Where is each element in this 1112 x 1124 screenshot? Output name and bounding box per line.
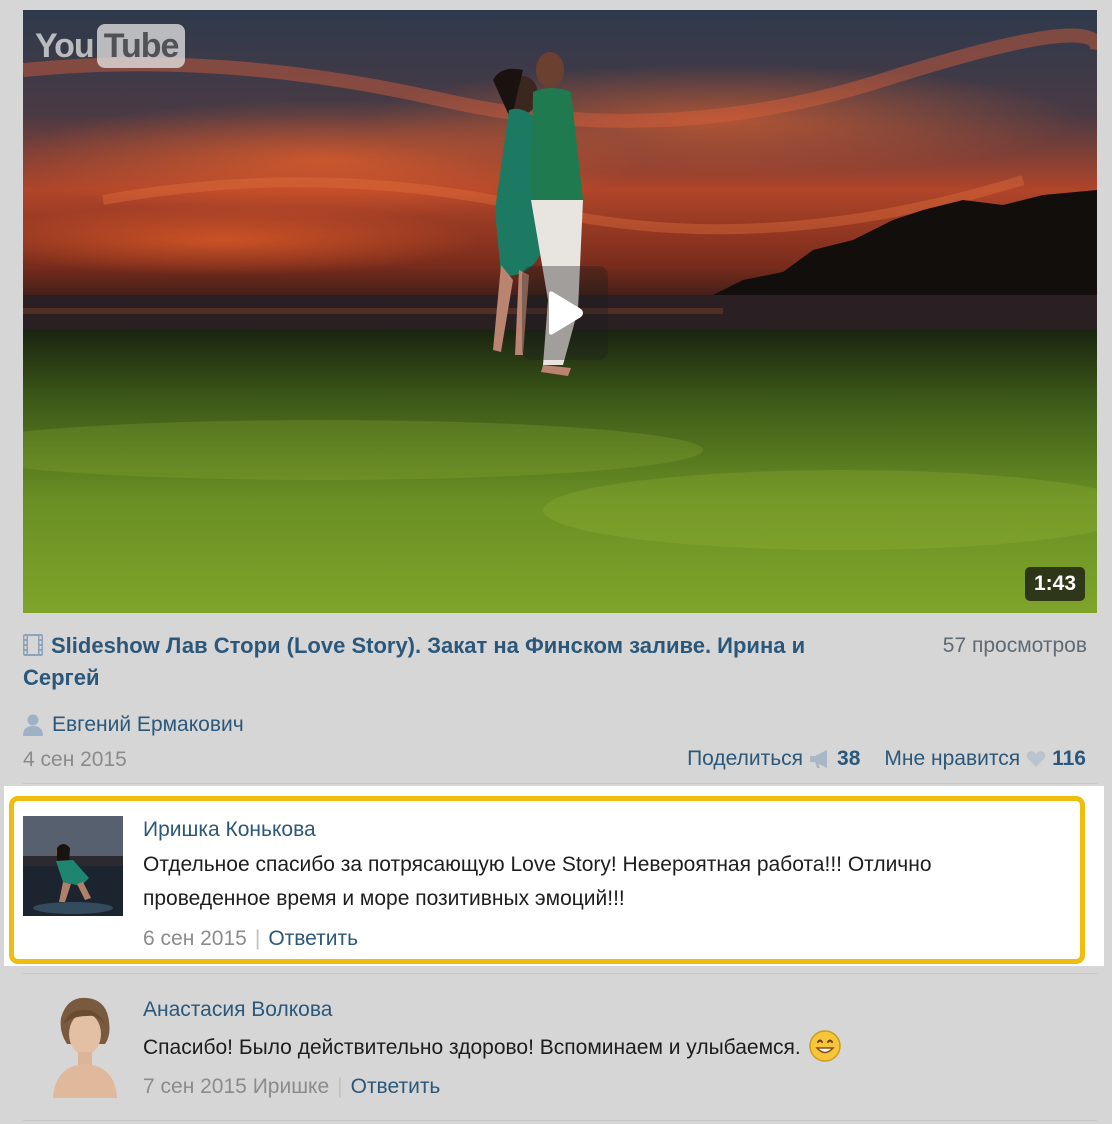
reply-to-name: Иришке: [252, 1075, 330, 1098]
comment-item: Анастасия Волкова Спасибо! Было действит…: [23, 996, 1083, 1106]
video-date: 4 сен 2015: [23, 748, 127, 771]
share-count: 38: [837, 747, 861, 770]
comment-item: Иришка Конькова Отдельное спасибо за пот…: [23, 816, 1083, 956]
divider: [23, 973, 1097, 974]
video-title-text: Slideshow Лав Стори (Love Story). Закат …: [23, 633, 806, 690]
comment-date: 7 сен 2015: [143, 1075, 247, 1098]
divider: [23, 1120, 1097, 1121]
footer-separator: |: [337, 1075, 343, 1098]
share-button[interactable]: Поделиться 38: [687, 744, 860, 774]
comment-author[interactable]: Анастасия Волкова: [143, 996, 332, 1024]
like-label: Мне нравится: [884, 747, 1021, 770]
megaphone-icon: [810, 750, 828, 768]
comment-author[interactable]: Иришка Конькова: [143, 816, 316, 844]
film-icon: [23, 634, 43, 656]
avatar[interactable]: [23, 816, 123, 916]
like-button[interactable]: Мне нравится 116: [884, 744, 1086, 774]
divider: [23, 783, 1097, 784]
comment-text: Спасибо! Было действительно здорово! Всп…: [143, 1036, 801, 1059]
comment-text: Отдельное спасибо за потрясающую Love St…: [143, 853, 932, 910]
smile-emoji-icon: [808, 1030, 841, 1062]
view-count: 57 просмотров: [942, 634, 1087, 657]
video-actions: Поделиться 38 Мне нравится 116: [687, 744, 1086, 774]
reply-button[interactable]: Ответить: [268, 925, 358, 953]
video-player[interactable]: You Tube 1:43: [23, 10, 1097, 613]
play-icon: [549, 291, 583, 335]
user-icon: [23, 714, 43, 736]
comment-footer: 7 сен 2015 Иришке | Ответить: [143, 1073, 440, 1101]
youtube-logo-you: You: [35, 26, 95, 65]
video-title-link[interactable]: Slideshow Лав Стори (Love Story). Закат …: [23, 630, 863, 694]
avatar-photo: [23, 816, 123, 916]
video-author[interactable]: Евгений Ермакович: [23, 710, 244, 740]
video-duration: 1:43: [1024, 567, 1085, 601]
comment-date: 6 сен 2015: [143, 927, 247, 950]
video-author-name: Евгений Ермакович: [52, 713, 244, 736]
comment-text-row: Спасибо! Было действительно здорово! Всп…: [143, 1030, 1023, 1065]
share-label: Поделиться: [687, 747, 804, 770]
youtube-logo[interactable]: You Tube: [35, 24, 186, 68]
comment-footer: 6 сен 2015 | Ответить: [143, 925, 358, 953]
footer-separator: |: [254, 927, 261, 950]
play-button[interactable]: [522, 266, 608, 360]
heart-icon: [1026, 751, 1046, 767]
video-title-row: Slideshow Лав Стори (Love Story). Закат …: [23, 630, 1093, 694]
reply-button[interactable]: Ответить: [351, 1073, 441, 1101]
avatar[interactable]: [47, 996, 123, 1098]
avatar-photo: [47, 996, 123, 1098]
youtube-logo-tube: Tube: [96, 24, 186, 68]
like-count: 116: [1052, 747, 1086, 770]
